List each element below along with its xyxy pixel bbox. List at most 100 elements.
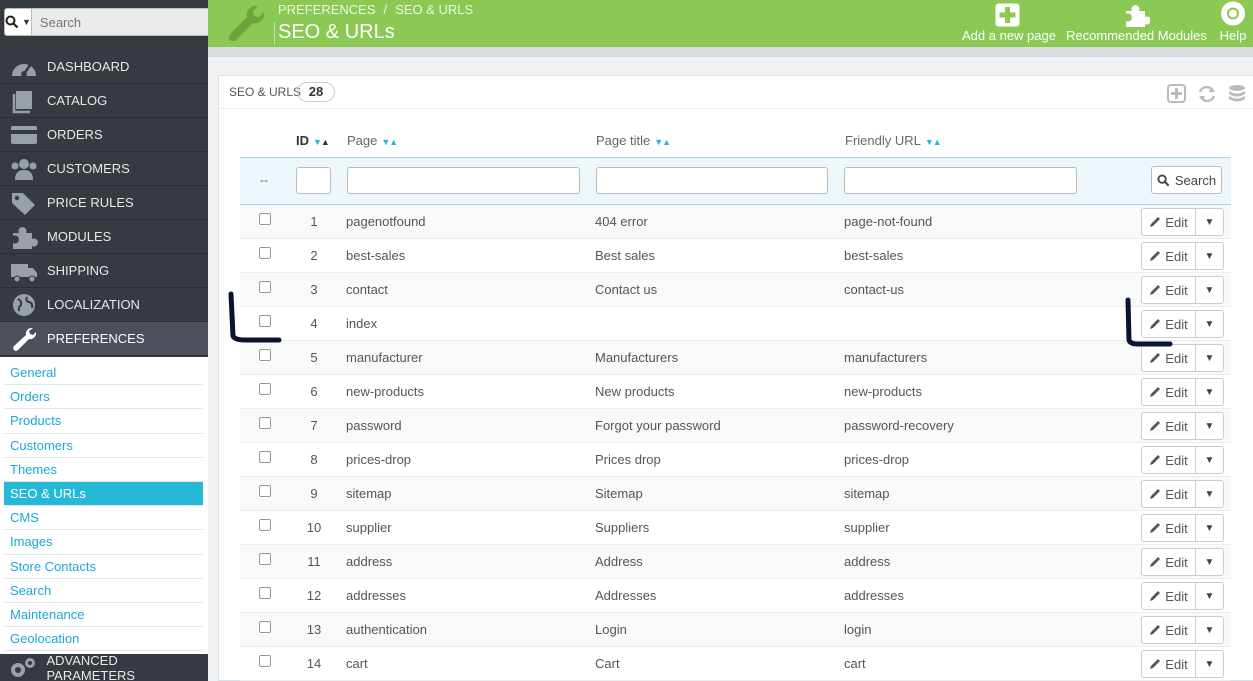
row-actions-dropdown[interactable]: ▼ xyxy=(1196,208,1224,236)
row-actions-dropdown[interactable]: ▼ xyxy=(1196,582,1224,610)
menu-item-advanced-parameters[interactable]: ADVANCED PARAMETERS xyxy=(0,653,208,681)
row-actions-dropdown[interactable]: ▼ xyxy=(1196,310,1224,338)
breadcrumb-seo-urls[interactable]: SEO & URLS xyxy=(395,2,473,17)
row-checkbox[interactable] xyxy=(259,451,271,463)
caret-down-icon: ▼ xyxy=(1204,454,1215,466)
menu-item-catalog[interactable]: CATALOG xyxy=(0,84,208,118)
row-actions-dropdown[interactable]: ▼ xyxy=(1196,650,1224,678)
refresh-icon[interactable] xyxy=(1197,84,1217,104)
submenu-item[interactable]: General xyxy=(4,361,203,386)
filter-page-input[interactable] xyxy=(347,167,580,194)
edit-button[interactable]: Edit xyxy=(1141,378,1196,406)
search-type-button[interactable]: ▼ xyxy=(4,8,32,36)
cell-friendly-url: best-sales xyxy=(844,248,904,263)
submenu-item[interactable]: Customers xyxy=(4,434,203,458)
submenu-item[interactable]: Search xyxy=(4,579,203,603)
row-actions-dropdown[interactable]: ▼ xyxy=(1196,446,1224,474)
submenu-item[interactable]: Geolocation xyxy=(4,627,203,652)
row-checkbox[interactable] xyxy=(259,621,271,633)
caret-down-icon: ▼ xyxy=(1204,420,1215,432)
row-checkbox[interactable] xyxy=(259,655,271,667)
filter-page-title-input[interactable] xyxy=(596,167,828,194)
row-actions-dropdown[interactable]: ▼ xyxy=(1196,480,1224,508)
sort-desc-icon[interactable]: ▼ xyxy=(313,137,322,147)
add-new-page-button[interactable]: Add a new page xyxy=(962,0,1056,47)
menu-item-customers[interactable]: CUSTOMERS xyxy=(0,152,208,186)
sort-asc-icon[interactable]: ▲ xyxy=(321,137,330,147)
row-actions-dropdown[interactable]: ▼ xyxy=(1196,242,1224,270)
row-actions-dropdown[interactable]: ▼ xyxy=(1196,616,1224,644)
filter-friendly-url-input[interactable] xyxy=(844,167,1077,194)
submenu-item[interactable]: CMS xyxy=(4,506,203,531)
row-actions-dropdown[interactable]: ▼ xyxy=(1196,514,1224,542)
menu-item-preferences[interactable]: PREFERENCES xyxy=(0,322,208,356)
edit-button[interactable]: Edit xyxy=(1141,650,1196,678)
row-checkbox[interactable] xyxy=(259,213,271,225)
row-checkbox[interactable] xyxy=(259,485,271,497)
submenu-item[interactable]: Orders xyxy=(4,385,203,410)
row-checkbox[interactable] xyxy=(259,383,271,395)
edit-button[interactable]: Edit xyxy=(1141,548,1196,576)
sort-desc-icon[interactable]: ▼ xyxy=(925,137,934,147)
edit-button[interactable]: Edit xyxy=(1141,208,1196,236)
row-checkbox[interactable] xyxy=(259,553,271,565)
add-new-icon[interactable] xyxy=(1167,84,1187,104)
caret-down-icon: ▼ xyxy=(1204,352,1215,364)
cell-friendly-url: cart xyxy=(844,656,866,671)
search-button[interactable]: Search xyxy=(1151,166,1222,194)
menu-item-price-rules[interactable]: PRICE RULES xyxy=(0,186,208,220)
submenu-item[interactable]: Themes xyxy=(4,458,203,482)
column-friendly-url[interactable]: Friendly URL ▼▲ xyxy=(845,133,942,148)
sort-asc-icon[interactable]: ▲ xyxy=(389,137,398,147)
submenu-item[interactable]: Products xyxy=(4,409,203,434)
edit-button[interactable]: Edit xyxy=(1141,412,1196,440)
hand-drawn-mark-left xyxy=(228,291,282,343)
help-button[interactable]: Help xyxy=(1213,0,1253,47)
menu-item-shipping[interactable]: SHIPPING xyxy=(0,254,208,288)
cell-page: supplier xyxy=(346,520,392,535)
database-icon[interactable] xyxy=(1227,84,1247,104)
row-checkbox[interactable] xyxy=(259,417,271,429)
column-page[interactable]: Page ▼▲ xyxy=(347,133,398,148)
sort-asc-icon[interactable]: ▲ xyxy=(662,137,671,147)
row-checkbox[interactable] xyxy=(259,349,271,361)
cell-friendly-url: new-products xyxy=(844,384,923,399)
table-row: 1 pagenotfound 404 error page-not-found Edit… xyxy=(240,205,1231,239)
row-actions-dropdown[interactable]: ▼ xyxy=(1196,344,1224,372)
column-page-title[interactable]: Page title ▼▲ xyxy=(596,133,671,148)
pencil-icon xyxy=(1150,659,1161,669)
credit-card-icon xyxy=(0,118,47,152)
row-actions-dropdown[interactable]: ▼ xyxy=(1196,276,1224,304)
pencil-icon xyxy=(1150,591,1161,601)
row-actions: Edit ▼ xyxy=(1141,378,1224,406)
edit-button[interactable]: Edit xyxy=(1141,242,1196,270)
menu-item-localization[interactable]: LOCALIZATION xyxy=(0,288,208,322)
edit-button[interactable]: Edit xyxy=(1141,446,1196,474)
sort-desc-icon[interactable]: ▼ xyxy=(654,137,663,147)
menu-item-orders[interactable]: ORDERS xyxy=(0,118,208,152)
row-actions-dropdown[interactable]: ▼ xyxy=(1196,412,1224,440)
submenu-item[interactable]: Images xyxy=(4,530,203,555)
menu-item-dashboard[interactable]: DASHBOARD xyxy=(0,50,208,84)
breadcrumb-preferences[interactable]: PREFERENCES xyxy=(278,2,376,17)
submenu-item[interactable]: SEO & URLs xyxy=(4,481,203,507)
row-checkbox[interactable] xyxy=(259,587,271,599)
row-actions-dropdown[interactable]: ▼ xyxy=(1196,548,1224,576)
edit-button[interactable]: Edit xyxy=(1141,480,1196,508)
row-checkbox[interactable] xyxy=(259,519,271,531)
row-actions-dropdown[interactable]: ▼ xyxy=(1196,378,1224,406)
menu-item-modules[interactable]: MODULES xyxy=(0,220,208,254)
edit-button[interactable]: Edit xyxy=(1141,582,1196,610)
column-id[interactable]: ID ▼▲ xyxy=(296,133,330,148)
recommended-modules-button[interactable]: Recommended Modules xyxy=(1066,0,1207,47)
cell-id: 14 xyxy=(306,656,322,671)
search-input[interactable] xyxy=(31,8,217,36)
edit-button[interactable]: Edit xyxy=(1141,616,1196,644)
cell-page: authentication xyxy=(346,622,427,637)
row-checkbox[interactable] xyxy=(259,247,271,259)
sort-asc-icon[interactable]: ▲ xyxy=(933,137,942,147)
filter-id-input[interactable] xyxy=(296,167,331,194)
edit-button[interactable]: Edit xyxy=(1141,514,1196,542)
submenu-item[interactable]: Maintenance xyxy=(4,603,203,628)
submenu-item[interactable]: Store Contacts xyxy=(4,555,203,579)
